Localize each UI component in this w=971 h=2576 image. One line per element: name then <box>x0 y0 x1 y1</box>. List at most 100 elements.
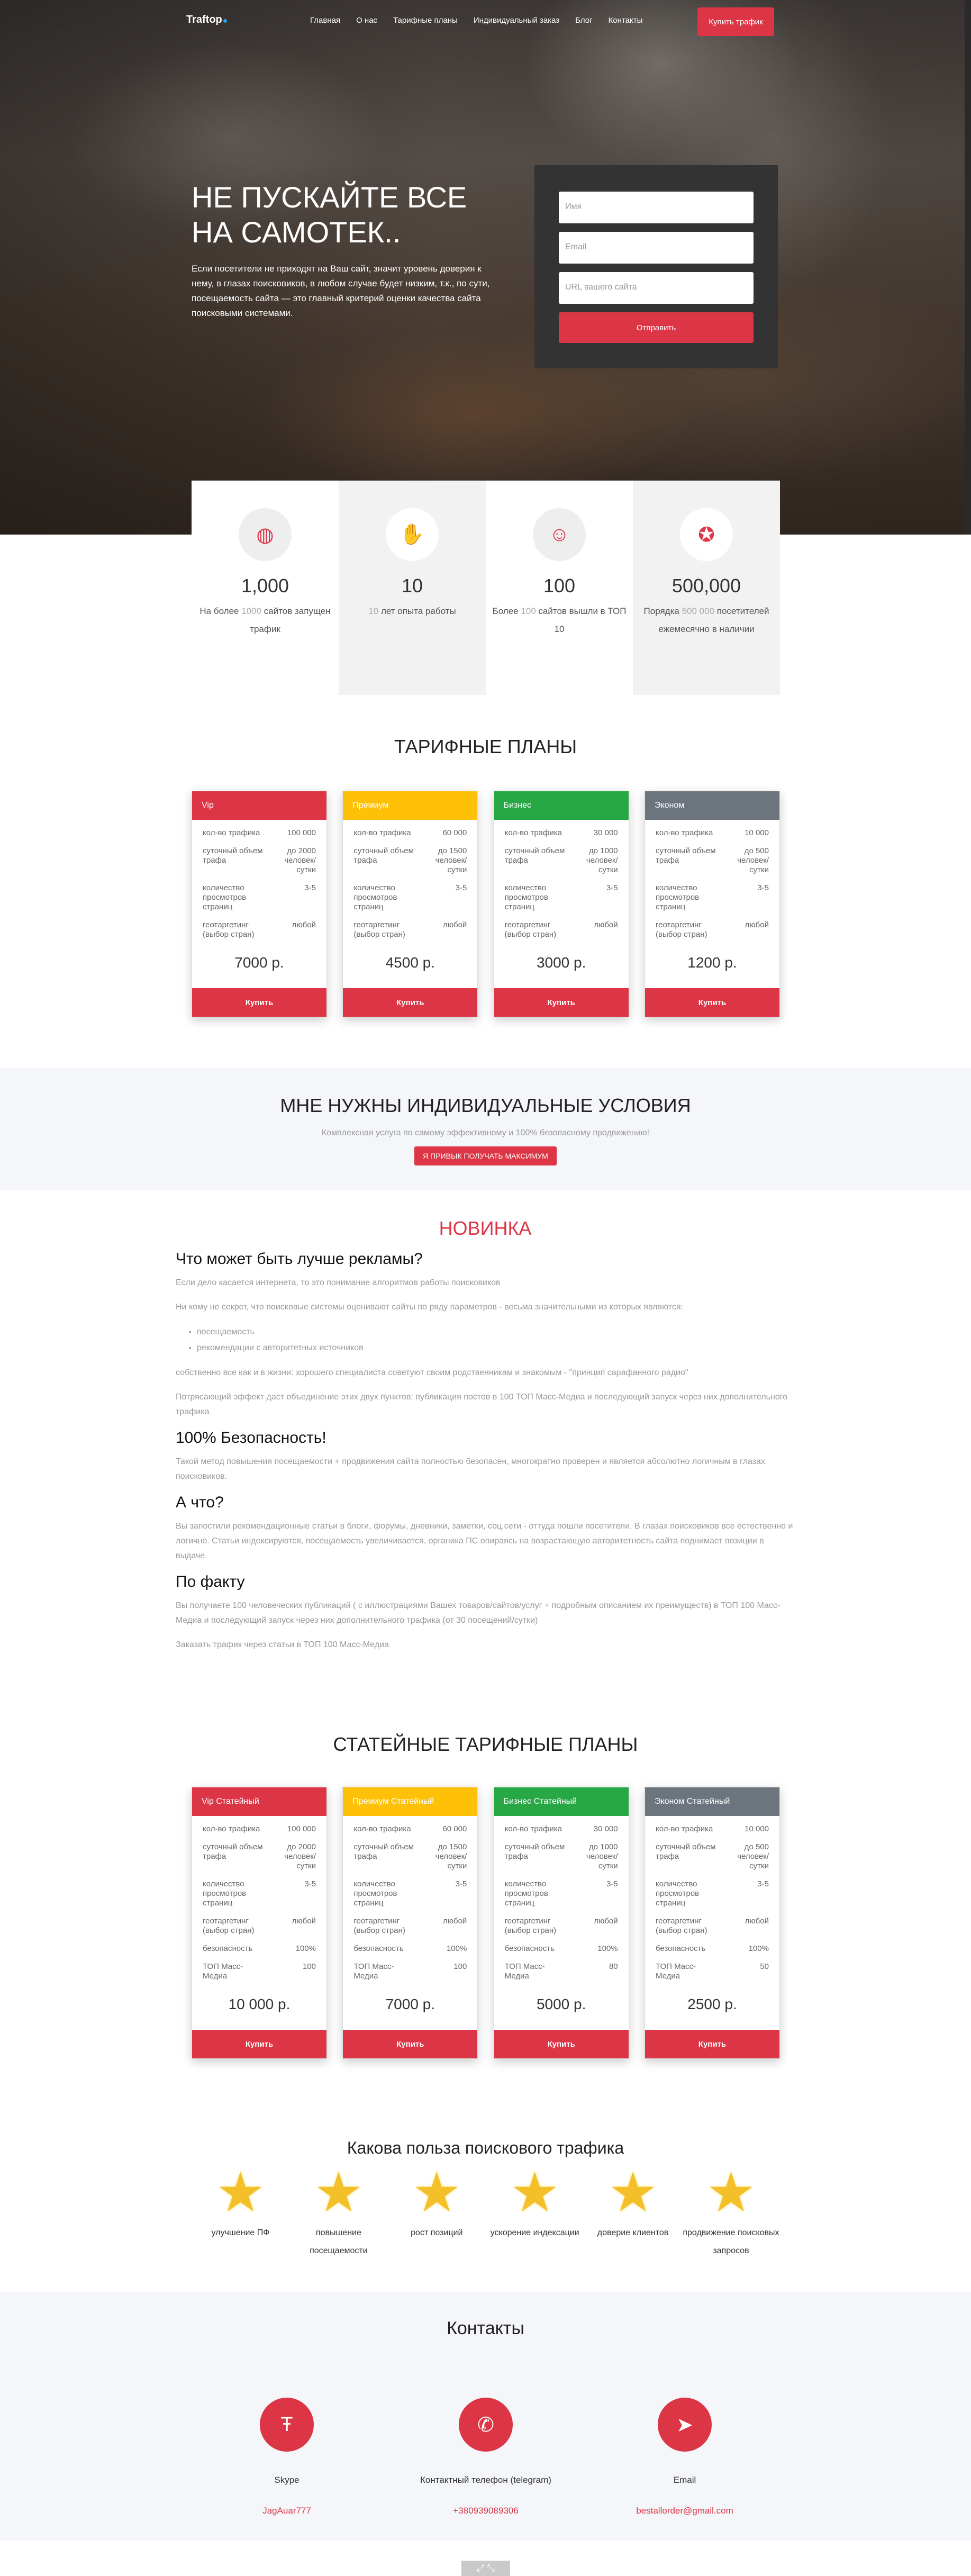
plan-card: Премиум Статейный кол-во трафика 60 000 сут… <box>342 1787 478 2059</box>
plan-row-value: 30 000 <box>593 828 618 837</box>
buy-button[interactable]: Купить <box>192 2030 326 2058</box>
buy-traffic-button[interactable]: Купить трафик <box>697 7 774 36</box>
contact-value[interactable]: JagAuar777 <box>192 2506 382 2516</box>
buy-button[interactable]: Купить <box>343 988 478 1017</box>
plan-row-key: геотаргетинг (выбор стран) <box>504 1917 557 1935</box>
plan-row-key: геотаргетинг (выбор стран) <box>655 1917 707 1935</box>
buy-button[interactable]: Купить <box>494 988 629 1017</box>
maximum-button[interactable]: Я ПРИВЫК ПОЛУЧАТЬ МАКСИМУМ <box>414 1146 557 1165</box>
article-heading: 100% Безопасность! <box>176 1429 326 1447</box>
benefit-label: повышение посещаемости <box>310 2228 368 2255</box>
plan-row-key: количество просмотров страниц <box>353 1879 397 1908</box>
plan-row: кол-во трафика 10 000 <box>645 828 779 838</box>
plan-row: кол-во трафика 10 000 <box>645 1824 779 1834</box>
benefit-label: улучшение ПФ <box>211 2228 270 2237</box>
name-input[interactable]: Имя <box>559 192 754 223</box>
contact-value[interactable]: bestallorder@gmail.com <box>589 2506 780 2516</box>
individual-subtitle: Комплексная услуга по самому эффективном… <box>321 1128 650 1137</box>
skype-icon: Ŧ <box>260 2398 314 2452</box>
contact-value[interactable]: +380939089306 <box>391 2506 581 2516</box>
plan-row-value: любой <box>594 920 618 929</box>
benefits-title: Какова польза поискового трафика <box>347 2138 624 2157</box>
email-input[interactable]: Email <box>559 232 754 264</box>
footer-expand-icon[interactable]: ⤢ ⤡ <box>461 2561 510 2576</box>
plan-card: Бизнес Статейный кол-во трафика 30 000 суто… <box>493 1787 629 2059</box>
plan-row: количество просмотров страниц 3-5 <box>645 883 779 912</box>
plan-name: Эконом <box>645 791 779 820</box>
plan-row: безопасность 100% <box>343 1944 477 1954</box>
individual-title: МНЕ НУЖНЫ ИНДИВИДУАЛЬНЫЕ УСЛОВИЯ <box>280 1095 691 1116</box>
plan-row: геотаргетинг (выбор стран) любой <box>192 920 326 939</box>
plan-row-key: кол-во трафика <box>353 1824 411 1833</box>
star-icon: ★ <box>412 2162 461 2224</box>
buy-button[interactable]: Купить <box>494 2030 629 2058</box>
plan-row: кол-во трафика 60 000 <box>343 828 477 838</box>
plan-row-key: суточный объем трафа <box>353 1842 414 1861</box>
stat-years: ✋ 10 10 лет опыта работы <box>339 481 486 695</box>
plan-card: Премиум кол-во трафика 60 000 суточный объе… <box>342 791 478 1017</box>
site-logo[interactable]: Traftop <box>186 14 227 26</box>
article-list: посещаемость рекомендации с авторитетных… <box>197 1324 795 1356</box>
plan-row-value: 10 000 <box>745 828 769 837</box>
menu-item-individual[interactable]: Индивидуальный заказ <box>474 16 559 25</box>
benefit-label: ускорение индексации <box>490 2228 579 2237</box>
plan-row: геотаргетинг (выбор стран) любой <box>494 920 629 939</box>
hero-section: Traftop Главная О нас Тарифные планы Инд… <box>0 0 971 535</box>
menu-item-home[interactable]: Главная <box>310 16 340 25</box>
plan-row: геотаргетинг (выбор стран) любой <box>494 1917 629 1936</box>
contacts-columns: Ŧ Skype JagAuar777 ✆ Контактный телефон … <box>192 2398 780 2516</box>
plan-row: ТОП Масс-Медиа 100 <box>192 1962 326 1981</box>
star-icon: ★ <box>215 2162 266 2224</box>
plan-row-key: ТОП Масс-Медиа <box>504 1962 545 1981</box>
contact-phone: ✆ Контактный телефон (telegram) +3809390… <box>391 2398 581 2516</box>
plan-card: Бизнес кол-во трафика 30 000 суточный объем… <box>493 791 629 1017</box>
menu-item-about[interactable]: О нас <box>356 16 377 25</box>
plan-row-key: кол-во трафика <box>203 1824 260 1833</box>
plan-row: кол-во трафика 30 000 <box>494 828 629 838</box>
buy-button[interactable]: Купить <box>192 988 326 1017</box>
contact-label: Контактный телефон (telegram) <box>420 2475 551 2485</box>
plan-row-value: любой <box>594 1917 618 1926</box>
plan-row-key: ТОП Масс-Медиа <box>655 1962 696 1981</box>
plan-row-value: до 500 человек/ сутки <box>737 846 769 874</box>
plan-row: геотаргетинг (выбор стран) любой <box>645 1917 779 1936</box>
menu-item-contacts[interactable]: Контакты <box>609 16 643 25</box>
plan-row-value: 3-5 <box>455 883 467 892</box>
plan-row-key: суточный объем трафа <box>504 1842 565 1861</box>
plan-row-key: ТОП Масс-Медиа <box>353 1962 394 1981</box>
stat-label: Более 100 сайтов вышли в ТОП 10 <box>492 606 627 634</box>
benefits-row: ★ улучшение ПФ ★ повышение посещаемости ★ рос… <box>192 2164 780 2260</box>
buy-button[interactable]: Купить <box>343 2030 478 2058</box>
plan-price: 7000 р. <box>234 954 284 971</box>
plan-row-key: количество просмотров страниц <box>655 1879 700 1908</box>
plan-row-value: до 2000 человек/ сутки <box>284 1842 316 1870</box>
menu-item-blog[interactable]: Блог <box>575 16 592 25</box>
star-icon: ★ <box>706 2162 756 2224</box>
list-item: рекомендации с авторитетных источников <box>197 1340 795 1356</box>
plan-row: ТОП Масс-Медиа 100 <box>343 1962 477 1981</box>
buy-button[interactable]: Купить <box>645 988 779 1017</box>
plans-row: Vip кол-во трафика 100 000 суточный объем т… <box>192 791 780 1017</box>
url-input[interactable]: URL вашего сайта <box>559 272 754 304</box>
plan-row: суточный объем трафа до 500 человек/ сутк… <box>645 1842 779 1871</box>
phone-icon: ✆ <box>459 2398 513 2452</box>
plan-row-value: до 1500 человек/ сутки <box>435 846 467 874</box>
stat-label: На более 1000 сайтов запущен трафик <box>199 606 331 634</box>
send-button[interactable]: Отправить <box>559 312 754 343</box>
hero-title: НЕ ПУСКАЙТЕ ВСЕ НА САМОТЕК.. <box>192 180 467 249</box>
article-link[interactable]: Заказать трафик через статьи в ТОП 100 М… <box>176 1638 795 1652</box>
plan-row-value: 100% <box>748 1944 769 1953</box>
plan-row-key: геотаргетинг (выбор стран) <box>203 920 255 939</box>
plan-row-key: количество просмотров страниц <box>203 883 247 911</box>
buy-button[interactable]: Купить <box>645 2030 779 2058</box>
plan-row-value: 100% <box>597 1944 618 1953</box>
plan-row-key: кол-во трафика <box>504 828 562 837</box>
article-plans-title: СТАТЕЙНЫЕ ТАРИФНЫЕ ПЛАНЫ <box>333 1733 638 1755</box>
cookie-icon: ◍ <box>239 508 292 561</box>
plan-row: геотаргетинг (выбор стран) любой <box>645 920 779 939</box>
article-paragraph: Вы запостили рекомендационные статьи в б… <box>176 1522 793 1560</box>
plan-card: Vip Статейный кол-во трафика 100 000 суточн… <box>192 1787 327 2059</box>
menu-item-plans[interactable]: Тарифные планы <box>393 16 458 25</box>
scrollbar-edge <box>965 0 971 535</box>
benefit-item: ★ ускорение индексации <box>486 2164 584 2260</box>
